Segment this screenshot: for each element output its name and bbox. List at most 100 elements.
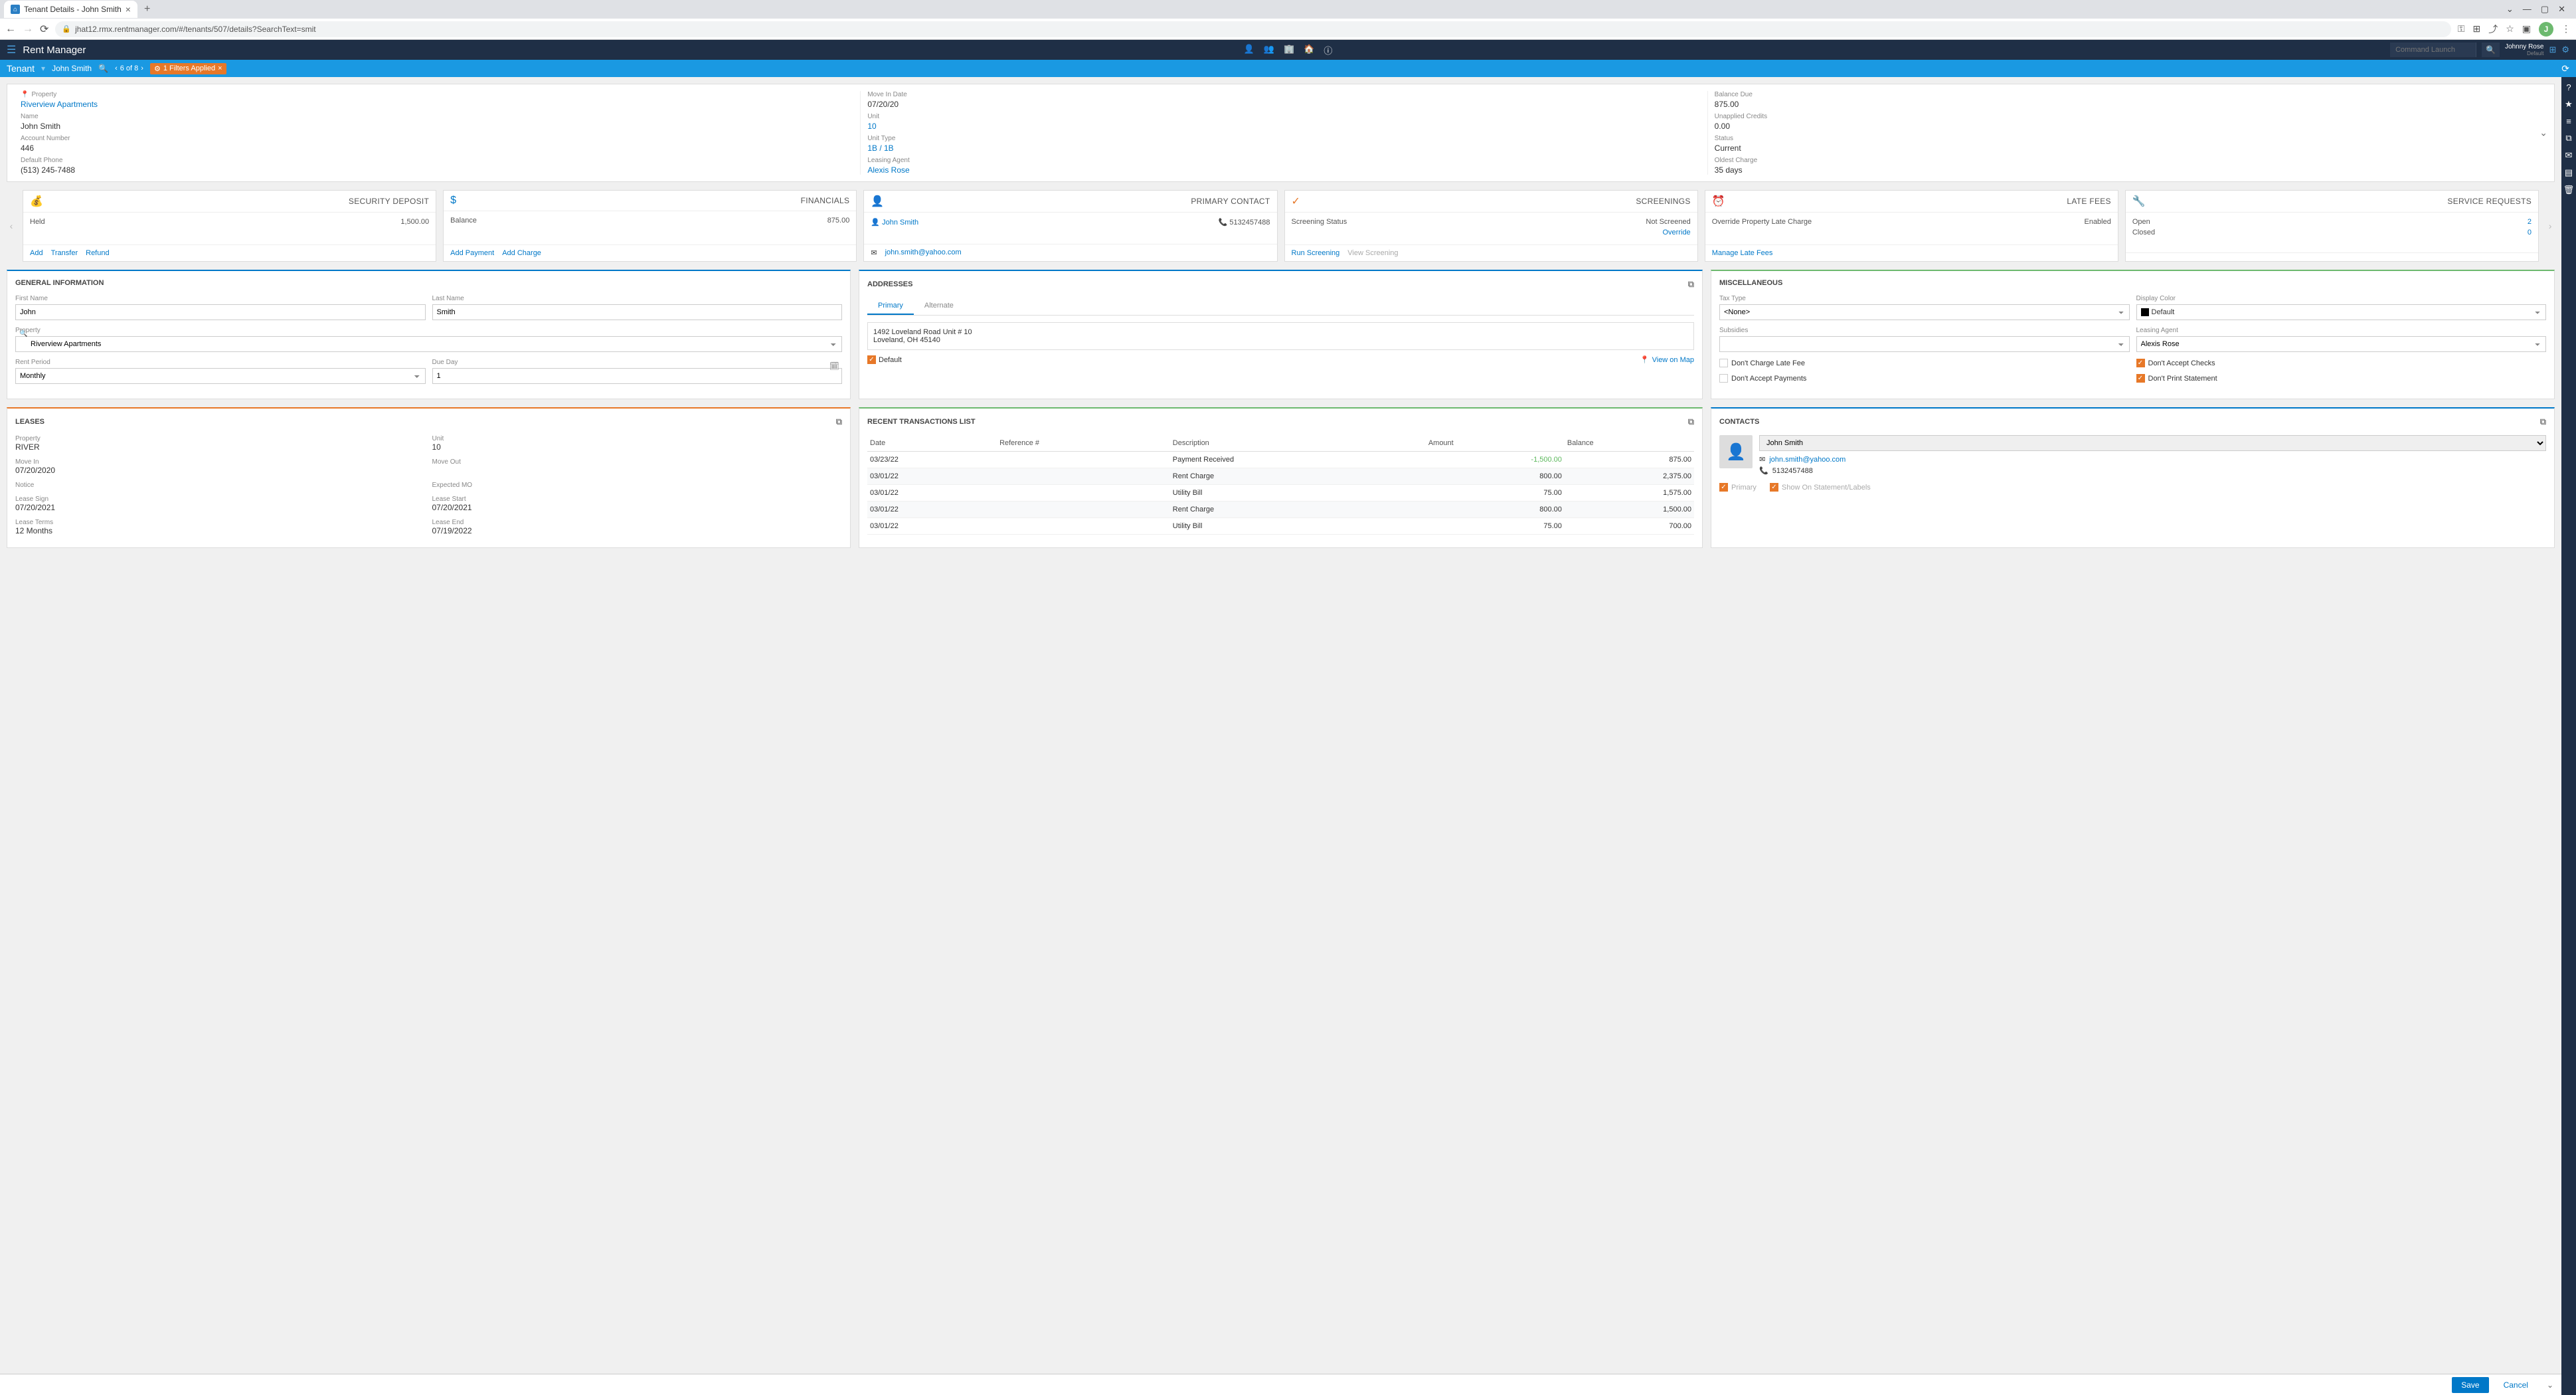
- home-icon[interactable]: 🏠: [1304, 44, 1314, 56]
- table-row[interactable]: 03/01/22Rent Charge800.002,375.00: [867, 468, 1694, 485]
- tab-alternate[interactable]: Alternate: [914, 298, 964, 315]
- tiles-prev-icon[interactable]: ‹: [7, 190, 16, 262]
- collapse-icon[interactable]: ⌄: [2539, 128, 2547, 139]
- agent-label: Leasing Agent: [867, 157, 1693, 164]
- closed-count[interactable]: 0: [2528, 229, 2532, 236]
- dont-print-statement-checkbox[interactable]: ✓: [2136, 374, 2145, 383]
- list-icon[interactable]: ≡: [2566, 116, 2571, 126]
- view-map-link[interactable]: 📍View on Map: [1640, 355, 1694, 364]
- filter-close-icon[interactable]: ×: [218, 64, 222, 72]
- address-bar[interactable]: 🔒 jhat12.rmx.rentmanager.com/#/tenants/5…: [55, 21, 2450, 37]
- copy-icon[interactable]: ⧉: [2565, 133, 2571, 143]
- star-icon[interactable]: ★: [2565, 99, 2573, 110]
- table-row[interactable]: 03/01/22Utility Bill75.00700.00: [867, 518, 1694, 535]
- expand-icon[interactable]: ⧉: [1688, 417, 1694, 427]
- menu-icon[interactable]: ⋮: [2561, 23, 2571, 35]
- bookmark-icon[interactable]: ☆: [2506, 23, 2514, 35]
- browser-tab[interactable]: ⌂ Tenant Details - John Smith ×: [4, 1, 137, 18]
- person-icon[interactable]: 👤: [1244, 44, 1254, 56]
- refund-link[interactable]: Refund: [86, 249, 109, 257]
- table-row[interactable]: 03/01/22Utility Bill75.001,575.00: [867, 485, 1694, 502]
- expand-icon[interactable]: ⧉: [836, 417, 842, 427]
- forward-icon[interactable]: →: [23, 23, 33, 35]
- transfer-link[interactable]: Transfer: [51, 249, 78, 257]
- cancel-button[interactable]: Cancel: [2494, 1377, 2537, 1393]
- add-charge-link[interactable]: Add Charge: [502, 249, 541, 257]
- display-color-select[interactable]: Default: [2136, 304, 2547, 320]
- email-link[interactable]: john.smith@yahoo.com: [885, 248, 962, 257]
- prev-icon[interactable]: ‹: [115, 64, 118, 72]
- save-button[interactable]: Save: [2452, 1377, 2488, 1393]
- apps-icon[interactable]: ⊞: [2549, 45, 2556, 55]
- first-name-input[interactable]: [15, 304, 426, 320]
- property-select[interactable]: Riverview Apartments: [15, 336, 842, 352]
- run-screening-link[interactable]: Run Screening: [1292, 249, 1340, 257]
- unit-link[interactable]: 10: [867, 122, 1693, 131]
- minimize-icon[interactable]: —: [2523, 4, 2532, 15]
- open-count[interactable]: 2: [2528, 218, 2532, 226]
- back-icon[interactable]: ←: [5, 23, 16, 35]
- status-label: Status: [1715, 135, 2541, 142]
- help-icon[interactable]: ?: [2566, 82, 2571, 92]
- user-sub: Default: [2527, 50, 2543, 56]
- expand-icon[interactable]: ⧉: [1688, 279, 1694, 290]
- filter-pill[interactable]: ⚙ 1 Filters Applied ×: [150, 63, 226, 74]
- mail-icon[interactable]: ✉: [2565, 150, 2573, 161]
- next-icon[interactable]: ›: [141, 64, 143, 72]
- tab-close-icon[interactable]: ×: [126, 4, 131, 15]
- dont-charge-late-checkbox[interactable]: [1719, 359, 1728, 367]
- last-name-input[interactable]: [432, 304, 843, 320]
- share-icon[interactable]: ⤴: [2488, 23, 2498, 36]
- info-icon[interactable]: ⓘ: [1324, 44, 1332, 56]
- trash-icon[interactable]: 🗑: [2563, 185, 2575, 195]
- rent-period-select[interactable]: Monthly: [15, 368, 426, 384]
- default-checkbox[interactable]: ✓: [867, 355, 876, 364]
- pager[interactable]: ‹ 6 of 8 ›: [115, 64, 143, 72]
- manage-late-fees-link[interactable]: Manage Late Fees: [1712, 249, 1773, 257]
- reload-icon[interactable]: ⟳: [40, 23, 48, 36]
- install-icon[interactable]: ⊞: [2472, 23, 2480, 35]
- tab-primary[interactable]: Primary: [867, 298, 914, 315]
- command-search-input[interactable]: [2390, 43, 2476, 57]
- table-row[interactable]: 03/23/22Payment Received-1,500.00875.00: [867, 452, 1694, 468]
- show-statement-checkbox[interactable]: ✓: [1770, 483, 1778, 492]
- primary-checkbox[interactable]: ✓: [1719, 483, 1728, 492]
- property-link[interactable]: Riverview Apartments: [21, 100, 847, 109]
- dont-accept-payments-checkbox[interactable]: [1719, 374, 1728, 383]
- person-add-icon[interactable]: 👥: [1264, 44, 1274, 56]
- maximize-icon[interactable]: ▢: [2541, 4, 2549, 15]
- contact-name-select[interactable]: John Smith: [1759, 435, 2546, 451]
- subsidies-select[interactable]: [1719, 336, 2130, 352]
- footer-chevron-icon[interactable]: ⌄: [2547, 1380, 2553, 1390]
- hamburger-icon[interactable]: ☰: [7, 43, 16, 56]
- profile-avatar[interactable]: J: [2539, 22, 2553, 37]
- add-link[interactable]: Add: [30, 249, 43, 257]
- leasing-agent-select[interactable]: Alexis Rose: [2136, 336, 2547, 352]
- tax-type-select[interactable]: <None>: [1719, 304, 2130, 320]
- dont-accept-checks-checkbox[interactable]: ✓: [2136, 359, 2145, 367]
- chevron-down-icon[interactable]: ⌄: [2506, 4, 2514, 15]
- table-row[interactable]: 03/01/22Rent Charge800.001,500.00: [867, 502, 1694, 518]
- unittype-link[interactable]: 1B / 1B: [867, 143, 1693, 153]
- sidepanel-icon[interactable]: ▣: [2522, 23, 2531, 35]
- search-icon[interactable]: 🔍: [2482, 43, 2500, 57]
- override-link[interactable]: Override: [1663, 229, 1691, 236]
- due-day-input[interactable]: [432, 368, 843, 384]
- building-icon[interactable]: 🏢: [1284, 44, 1294, 56]
- expand-icon[interactable]: ⧉: [2540, 417, 2546, 427]
- refresh-icon[interactable]: ⟳: [2561, 63, 2569, 74]
- key-icon[interactable]: ⚿: [2458, 23, 2465, 35]
- note-icon[interactable]: ▤: [2565, 167, 2573, 178]
- new-tab-button[interactable]: +: [137, 3, 157, 15]
- add-payment-link[interactable]: Add Payment: [450, 249, 494, 257]
- contact-email-link[interactable]: john.smith@yahoo.com: [1769, 456, 1846, 464]
- contact-name-link[interactable]: John Smith: [882, 219, 918, 227]
- tiles-next-icon[interactable]: ›: [2545, 190, 2555, 262]
- close-window-icon[interactable]: ✕: [2558, 4, 2565, 15]
- address-box[interactable]: 1492 Loveland Road Unit # 10 Loveland, O…: [867, 322, 1694, 350]
- agent-link[interactable]: Alexis Rose: [867, 165, 1693, 175]
- gear-icon[interactable]: ⚙: [2561, 45, 2569, 55]
- calendar-icon[interactable]: 🗓: [829, 361, 839, 371]
- search-icon[interactable]: 🔍: [98, 64, 108, 73]
- name-label: Name: [21, 113, 847, 120]
